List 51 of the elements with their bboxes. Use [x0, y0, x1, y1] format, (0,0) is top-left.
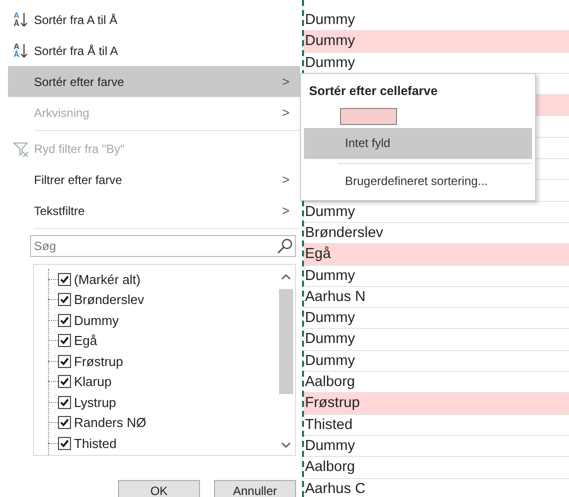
menu-item[interactable]: A Å Sortér fra Å til A [8, 35, 300, 66]
checkbox-label: Dummy [74, 312, 119, 328]
table-cell: Dummy [304, 31, 569, 53]
scroll-up-icon[interactable] [281, 273, 291, 281]
checkbox-label: Randers NØ [74, 415, 146, 430]
search-icon [277, 238, 293, 254]
table-cell: Dummy [304, 436, 569, 458]
submenu-title: Sortér efter cellefarve [308, 83, 439, 100]
submenu-arrow: > [282, 105, 291, 120]
table-cell: Thisted [304, 414, 569, 436]
color-swatch[interactable] [340, 108, 397, 124]
submenu-arrow: > [282, 203, 291, 218]
ok-button[interactable]: OK [118, 480, 200, 497]
checkbox-label: Lystrup [74, 394, 116, 410]
checkbox-label: Egå [74, 333, 98, 348]
search-field[interactable]: Søg [30, 235, 296, 257]
checkbox[interactable] [58, 416, 71, 430]
checkbox[interactable] [58, 293, 71, 306]
checkbox-label: Frøstrup [74, 354, 124, 369]
menu-item[interactable]: Sortér efter farve > [8, 66, 300, 97]
submenu-arrow: > [282, 172, 291, 187]
submenu-arrow: > [282, 74, 291, 89]
table-cell: Dummy [304, 308, 569, 330]
checkbox[interactable] [58, 272, 71, 286]
table-cell: Aarhus C [304, 478, 569, 497]
checkbox-label: Brønderslev [74, 292, 144, 308]
menu-item[interactable]: Tekstfiltre > [8, 195, 300, 226]
clear-filter-icon [13, 140, 29, 156]
table-cell: Frøstrup [304, 393, 569, 415]
table-cell: Dummy [304, 329, 569, 351]
menu-item[interactable]: Filtrer efter farve > [8, 164, 300, 195]
checkbox[interactable] [58, 396, 71, 409]
table-cell: Aalborg [304, 457, 569, 479]
menu-item[interactable]: Brugerdefineret sortering... [304, 166, 532, 197]
scroll-thumb[interactable] [279, 289, 293, 394]
checkbox[interactable] [58, 334, 71, 348]
checkbox[interactable] [58, 436, 71, 450]
checkbox-label: (Markér alt) [74, 272, 140, 287]
checkbox[interactable] [58, 314, 71, 327]
menu-item[interactable]: Intet fyld [304, 128, 532, 159]
checkbox[interactable] [58, 354, 71, 368]
cancel-button[interactable]: Annuller [214, 480, 296, 497]
checkbox-label: Thisted [74, 436, 117, 451]
menu-item[interactable]: A Å Sortér fra A til Å [8, 4, 300, 35]
table-cell: Dummy [304, 350, 569, 372]
scroll-down-icon[interactable] [281, 441, 291, 449]
table-cell: Aarhus N [304, 286, 569, 308]
table-cell: Dummy [304, 266, 569, 287]
checkbox[interactable] [58, 375, 71, 388]
table-cell: Egå [304, 244, 569, 266]
checkbox-label: Klarup [74, 374, 112, 390]
